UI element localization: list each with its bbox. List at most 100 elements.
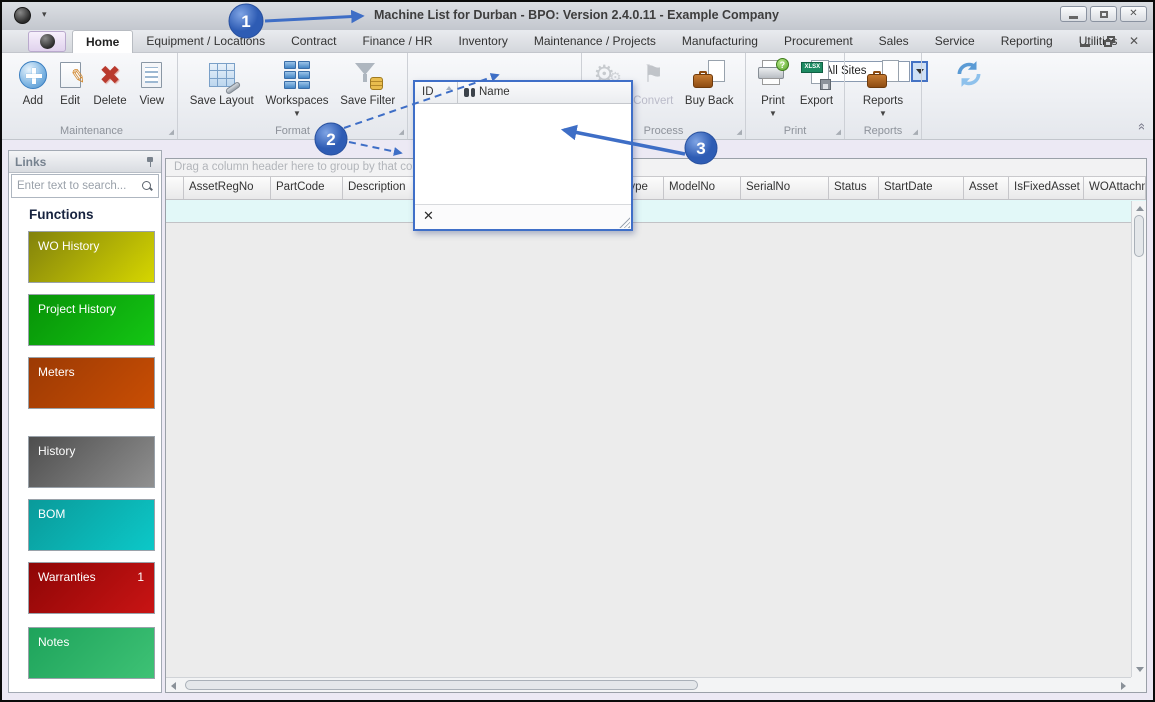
reports-button[interactable]: Reports ▼ [863,55,903,118]
tab-sales[interactable]: Sales [866,30,922,53]
save-filter-button[interactable]: Save Filter [340,55,395,108]
dialog-launcher-icon[interactable]: ◢ [737,128,742,136]
tab-contract[interactable]: Contract [278,30,349,53]
workspaces-button[interactable]: Workspaces ▼ [265,55,329,118]
column-header-partcode[interactable]: PartCode [271,177,343,199]
add-button[interactable]: Add [18,55,47,108]
search-input[interactable] [17,180,141,192]
chevron-down-icon: ▼ [768,109,777,119]
function-label: BOM [38,507,66,521]
function-wo-history[interactable]: WO History [28,231,155,283]
annotation-number-3: 3 [696,139,705,158]
function-label: Meters [38,365,75,379]
edit-icon: ✎ [59,58,87,92]
column-header-isfixedasset[interactable]: IsFixedAsset [1009,177,1084,199]
links-panel: Links Functions WO History Project Histor… [8,150,162,693]
function-notes[interactable]: Notes [28,627,155,679]
print-button[interactable]: ? Print ▼ [757,55,789,118]
tab-equipment-locations[interactable]: Equipment / Locations [133,30,278,53]
tab-inventory[interactable]: Inventory [445,30,520,53]
scroll-down-icon[interactable] [1136,667,1144,672]
function-meters[interactable]: Meters [28,357,155,409]
function-label: WO History [38,239,100,253]
delete-icon: ✖ [99,60,121,90]
dialog-launcher-icon[interactable]: ◢ [836,128,841,136]
workspaces-icon [283,58,310,92]
maximize-button[interactable] [1090,6,1117,22]
window-title: Machine List for Durban - BPO: Version 2… [374,8,779,22]
scroll-up-icon[interactable] [1136,206,1144,211]
export-button[interactable]: XLSX Export [800,55,833,108]
column-header[interactable] [166,177,184,199]
save-layout-icon [208,58,241,96]
column-header-assetregno[interactable]: AssetRegNo [184,177,271,199]
tab-maintenance-projects[interactable]: Maintenance / Projects [521,30,669,53]
pin-icon[interactable] [145,156,155,168]
minimize-button[interactable] [1060,6,1087,22]
close-button[interactable]: ✕ [1120,6,1147,22]
column-header-modelno[interactable]: ModelNo [664,177,741,199]
functions-heading: Functions [29,207,94,222]
column-header-status[interactable]: Status [829,177,879,199]
column-header-woattachme[interactable]: WOAttachme [1084,177,1146,199]
binoculars-icon [464,88,475,97]
scroll-right-icon[interactable] [1121,682,1126,690]
clear-filter-icon[interactable]: ✕ [423,209,434,222]
mdi-close-icon[interactable]: ✕ [1129,34,1139,48]
mdi-restore-icon[interactable] [1103,35,1115,47]
title-bar: ▾ Machine List for Durban - BPO: Version… [2,2,1153,30]
column-header-asset[interactable]: Asset [964,177,1009,199]
dialog-launcher-icon[interactable]: ◢ [913,128,918,136]
links-panel-title: Links [15,154,47,169]
export-xlsx-icon: XLSX [801,58,832,92]
scroll-left-icon[interactable] [171,682,176,690]
tab-manufacturing[interactable]: Manufacturing [669,30,771,53]
function-history[interactable]: History [28,436,155,488]
application-menu-button[interactable] [28,31,66,52]
function-bom[interactable]: BOM [28,499,155,551]
functions-panel: Functions WO History Project History Meter… [9,199,161,693]
function-warranties[interactable]: Warranties 1 [28,562,155,614]
tab-service[interactable]: Service [922,30,988,53]
ribbon-group-print: ? Print ▼ XLSX Export Print ◢ [746,53,845,139]
app-logo-icon[interactable] [14,7,31,24]
ribbon-group-maintenance: Add ✎ Edit ✖ Delete View Maintenance ◢ [6,53,178,139]
column-header-startdate[interactable]: StartDate [879,177,964,199]
dialog-launcher-icon[interactable]: ◢ [169,128,174,136]
save-layout-button[interactable]: Save Layout [190,55,254,108]
vertical-scroll-thumb[interactable] [1134,215,1144,257]
site-dropdown-id-header[interactable]: ID [415,82,458,103]
mdi-minimize-icon[interactable] [1079,43,1090,47]
buy-back-button[interactable]: Buy Back [685,55,733,108]
view-button[interactable]: View [139,55,164,108]
quick-access-caret-icon[interactable]: ▾ [42,9,47,20]
group-by-bar[interactable]: Drag a column header here to group by th… [166,159,1146,177]
save-filter-icon [353,58,383,92]
tab-finance-hr[interactable]: Finance / HR [349,30,445,53]
vertical-scrollbar[interactable] [1131,201,1146,677]
delete-button[interactable]: ✖ Delete [93,55,126,108]
site-dropdown-name-header[interactable]: Name [458,82,631,103]
horizontal-scrollbar[interactable] [166,677,1131,692]
edit-button[interactable]: ✎ Edit [59,55,87,108]
function-project-history[interactable]: Project History [28,294,155,346]
tab-reporting[interactable]: Reporting [988,30,1066,53]
search-icon[interactable] [141,180,153,192]
horizontal-scroll-thumb[interactable] [185,680,698,690]
resize-grip-icon[interactable] [619,217,630,228]
ribbon-tabs: Home Equipment / Locations Contract Finance… [72,30,1130,53]
tab-home[interactable]: Home [72,30,134,53]
ribbon-collapse-icon[interactable]: » [1133,125,1148,130]
column-header-serialno[interactable]: SerialNo [741,177,829,199]
tab-procurement[interactable]: Procurement [771,30,866,53]
function-label: Notes [38,635,70,649]
function-label: History [38,444,76,458]
grid-header-row: AssetRegNo PartCode Description Type ModelNo… [166,177,1146,200]
app-logo-icon [39,34,55,49]
search-box [11,174,159,198]
dialog-launcher-icon[interactable]: ◢ [399,128,404,136]
refresh-icon[interactable] [954,59,984,94]
ribbon-tab-row: Home Equipment / Locations Contract Finance… [2,30,1153,53]
function-label: Warranties [38,570,96,584]
site-dropdown-popup: ID Name ✕ [413,80,633,231]
